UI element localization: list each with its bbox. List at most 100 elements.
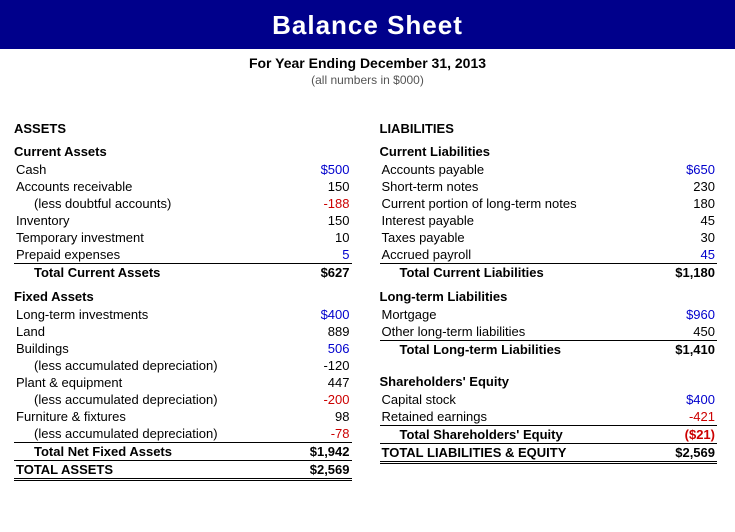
equity-header: Shareholders' Equity bbox=[380, 374, 718, 389]
asset-amount: -188 bbox=[250, 195, 351, 212]
long-term-table: Mortgage$960Other long-term liabilities4… bbox=[380, 306, 718, 358]
long-term-header: Long-term Liabilities bbox=[380, 289, 718, 304]
current-liabilities-header: Current Liabilities bbox=[380, 144, 718, 159]
fixed-asset-label: (less accumulated depreciation) bbox=[14, 357, 250, 374]
fixed-asset-amount: 447 bbox=[250, 374, 351, 391]
list-item: Accrued payroll45 bbox=[380, 246, 718, 264]
asset-amount: $500 bbox=[250, 161, 351, 178]
fixed-asset-label: Plant & equipment bbox=[14, 374, 250, 391]
equity-label: Retained earnings bbox=[380, 408, 616, 426]
asset-label: Accounts receivable bbox=[14, 178, 250, 195]
current-assets-header: Current Assets bbox=[14, 144, 352, 159]
liability-amount: 30 bbox=[616, 229, 717, 246]
fixed-asset-label: (less accumulated depreciation) bbox=[14, 425, 250, 443]
longterm-label: Other long-term liabilities bbox=[380, 323, 616, 341]
total-assets-table: TOTAL ASSETS $2,569 bbox=[14, 460, 352, 481]
list-item: Plant & equipment447 bbox=[14, 374, 352, 391]
total-liabilities-table: TOTAL LIABILITIES & EQUITY $2,569 bbox=[380, 443, 718, 464]
list-item: Buildings506 bbox=[14, 340, 352, 357]
equity-label: Capital stock bbox=[380, 391, 616, 408]
list-item: Prepaid expenses5 bbox=[14, 246, 352, 264]
liability-amount: 180 bbox=[616, 195, 717, 212]
asset-amount: 10 bbox=[250, 229, 351, 246]
current-assets-table: Cash$500Accounts receivable150(less doub… bbox=[14, 161, 352, 281]
fixed-asset-amount: -78 bbox=[250, 425, 351, 443]
current-liabilities-table: Accounts payable$650Short-term notes230C… bbox=[380, 161, 718, 281]
liabilities-section-header: LIABILITIES bbox=[380, 121, 718, 136]
assets-section-header: ASSETS bbox=[14, 121, 352, 136]
fixed-asset-amount: 889 bbox=[250, 323, 351, 340]
asset-label: (less doubtful accounts) bbox=[14, 195, 250, 212]
list-item: Current portion of long-term notes180 bbox=[380, 195, 718, 212]
liability-amount: 45 bbox=[616, 212, 717, 229]
liability-amount: $650 bbox=[616, 161, 717, 178]
total-equity-label: Total Shareholders' Equity bbox=[380, 426, 616, 444]
longterm-amount: $960 bbox=[616, 306, 717, 323]
fixed-asset-label: (less accumulated depreciation) bbox=[14, 391, 250, 408]
fixed-asset-label: Long-term investments bbox=[14, 306, 250, 323]
list-item: Short-term notes230 bbox=[380, 178, 718, 195]
asset-label: Prepaid expenses bbox=[14, 246, 250, 264]
asset-label: Cash bbox=[14, 161, 250, 178]
equity-table: Capital stock$400Retained earnings-421 T… bbox=[380, 391, 718, 443]
list-item: Retained earnings-421 bbox=[380, 408, 718, 426]
subtitle: For Year Ending December 31, 2013 bbox=[0, 55, 735, 71]
list-item: Inventory150 bbox=[14, 212, 352, 229]
list-item: (less accumulated depreciation)-120 bbox=[14, 357, 352, 374]
list-item: (less accumulated depreciation)-200 bbox=[14, 391, 352, 408]
equity-amount: -421 bbox=[616, 408, 717, 426]
list-item: Cash$500 bbox=[14, 161, 352, 178]
liability-label: Taxes payable bbox=[380, 229, 616, 246]
fixed-assets-header: Fixed Assets bbox=[14, 289, 352, 304]
fixed-asset-amount: 98 bbox=[250, 408, 351, 425]
longterm-amount: 450 bbox=[616, 323, 717, 341]
list-item: (less doubtful accounts)-188 bbox=[14, 195, 352, 212]
total-assets-row: TOTAL ASSETS $2,569 bbox=[14, 461, 352, 480]
list-item: Capital stock$400 bbox=[380, 391, 718, 408]
asset-label: Temporary investment bbox=[14, 229, 250, 246]
equity-amount: $400 bbox=[616, 391, 717, 408]
list-item: Interest payable45 bbox=[380, 212, 718, 229]
total-assets-label: TOTAL ASSETS bbox=[14, 461, 250, 480]
list-item: Accounts payable$650 bbox=[380, 161, 718, 178]
fixed-asset-label: Furniture & fixtures bbox=[14, 408, 250, 425]
total-current-assets-label: Total Current Assets bbox=[14, 264, 250, 282]
assets-column: ASSETS Current Assets Cash$500Accounts r… bbox=[10, 97, 360, 481]
fixed-asset-amount: -200 bbox=[250, 391, 351, 408]
asset-amount: 150 bbox=[250, 178, 351, 195]
liability-label: Current portion of long-term notes bbox=[380, 195, 616, 212]
liability-label: Short-term notes bbox=[380, 178, 616, 195]
total-equity-row: Total Shareholders' Equity ($21) bbox=[380, 426, 718, 444]
page-title: Balance Sheet bbox=[0, 10, 735, 41]
asset-amount: 150 bbox=[250, 212, 351, 229]
fixed-asset-label: Buildings bbox=[14, 340, 250, 357]
list-item: Accounts receivable150 bbox=[14, 178, 352, 195]
total-fixed-assets-amount: $1,942 bbox=[250, 443, 351, 461]
list-item: Land889 bbox=[14, 323, 352, 340]
fixed-asset-amount: 506 bbox=[250, 340, 351, 357]
list-item: Long-term investments$400 bbox=[14, 306, 352, 323]
fixed-asset-amount: $400 bbox=[250, 306, 351, 323]
liabilities-column: LIABILITIES Current Liabilities Accounts… bbox=[360, 97, 726, 481]
liability-amount: 45 bbox=[616, 246, 717, 264]
header-bar: Balance Sheet bbox=[0, 0, 735, 49]
list-item: Mortgage$960 bbox=[380, 306, 718, 323]
fixed-assets-table: Long-term investments$400Land889Building… bbox=[14, 306, 352, 460]
total-longterm-label: Total Long-term Liabilities bbox=[380, 341, 616, 359]
liability-label: Interest payable bbox=[380, 212, 616, 229]
list-item: Furniture & fixtures98 bbox=[14, 408, 352, 425]
total-assets-amount: $2,569 bbox=[250, 461, 351, 480]
list-item: Temporary investment10 bbox=[14, 229, 352, 246]
total-current-assets-row: Total Current Assets $627 bbox=[14, 264, 352, 282]
liability-label: Accounts payable bbox=[380, 161, 616, 178]
liability-label: Accrued payroll bbox=[380, 246, 616, 264]
list-item: Other long-term liabilities450 bbox=[380, 323, 718, 341]
total-longterm-amount: $1,410 bbox=[616, 341, 717, 359]
total-liabilities-label: TOTAL LIABILITIES & EQUITY bbox=[380, 444, 616, 463]
asset-label: Inventory bbox=[14, 212, 250, 229]
longterm-label: Mortgage bbox=[380, 306, 616, 323]
asset-amount: 5 bbox=[250, 246, 351, 264]
liability-amount: 230 bbox=[616, 178, 717, 195]
total-longterm-row: Total Long-term Liabilities $1,410 bbox=[380, 341, 718, 359]
subtitle2: (all numbers in $000) bbox=[0, 73, 735, 87]
